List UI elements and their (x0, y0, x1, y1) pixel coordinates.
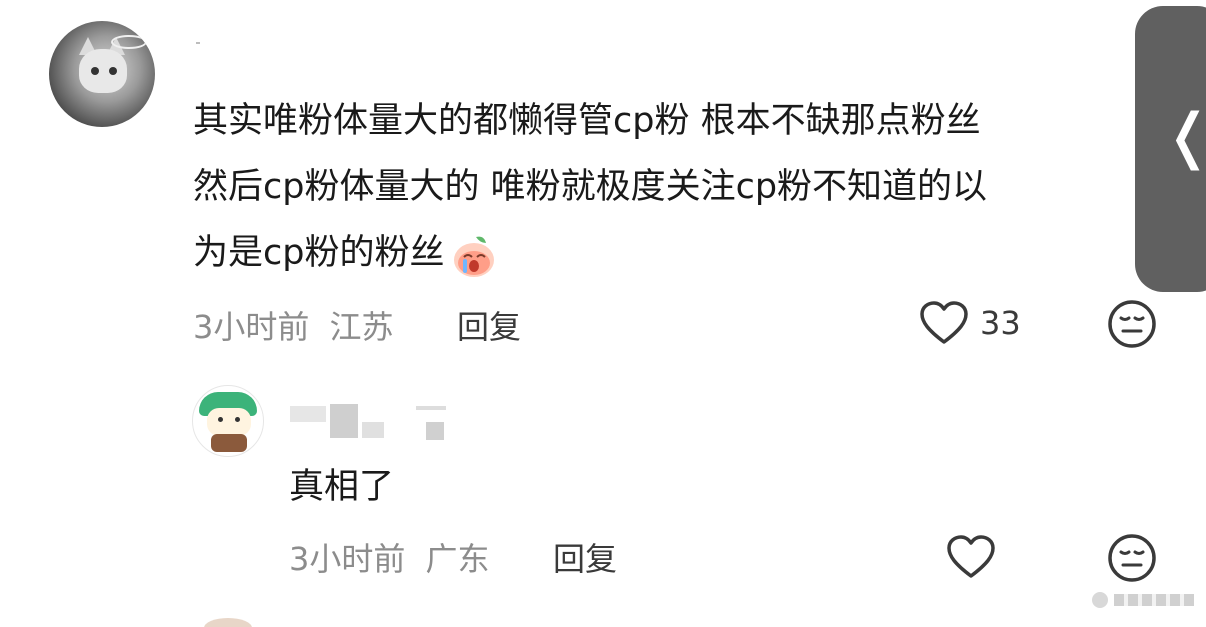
comment-location: 江苏 (329, 308, 394, 346)
dislike-button[interactable] (1106, 298, 1158, 350)
comment-meta: 3小时前 江苏 (193, 302, 394, 348)
comment-text-line: 然后cp粉体量大的 唯粉就极度关注cp粉不知道的以 (193, 167, 988, 207)
avatar[interactable] (192, 385, 264, 457)
comment-location: 广东 (425, 540, 490, 578)
peach-crying-emoji (453, 236, 494, 277)
neutral-face-icon (1108, 534, 1156, 582)
username-dot (196, 42, 200, 44)
avatar[interactable] (49, 21, 155, 127)
dislike-button[interactable] (1106, 532, 1158, 584)
like-button[interactable] (945, 532, 997, 584)
reply-button[interactable]: 回复 (457, 302, 521, 348)
comment-text-line: 为是cp粉的粉丝 (193, 233, 445, 273)
comment-text-line: 真相了 (289, 467, 395, 507)
comment-meta: 3小时前 广东 (289, 534, 490, 580)
watermark-logo (1092, 588, 1198, 610)
heart-outline-icon (920, 301, 968, 344)
comment-time: 3小时前 (289, 540, 406, 578)
comment-text-line-with-emoji: 为是cp粉的粉丝 (193, 230, 498, 283)
username-redacted (290, 400, 450, 442)
reply-button[interactable]: 回复 (553, 534, 617, 580)
comment-time: 3小时前 (193, 308, 310, 346)
like-count: 33 (980, 304, 1021, 342)
like-button[interactable]: 33 (918, 298, 1038, 350)
chevron-left-icon: ❬ (1163, 106, 1206, 166)
side-collapse-tab[interactable]: ❬ (1135, 6, 1206, 292)
heart-outline-icon (947, 535, 995, 578)
neutral-face-icon (1108, 300, 1156, 348)
comment-text-line: 其实唯粉体量大的都懒得管cp粉 根本不缺那点粉丝 (193, 101, 981, 141)
avatar[interactable] (204, 618, 252, 627)
